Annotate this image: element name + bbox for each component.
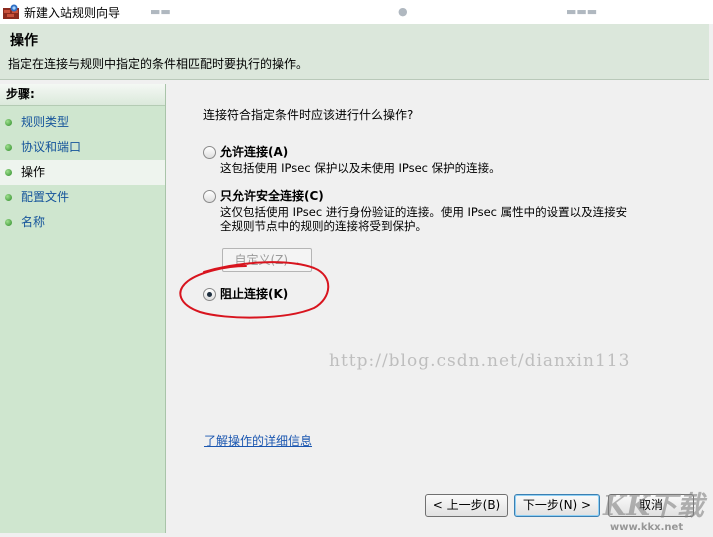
window-title: 新建入站规则向导 — [24, 6, 121, 20]
action-question: 连接符合指定条件时应该进行什么操作? — [203, 108, 414, 122]
green-bullet-icon — [5, 169, 12, 176]
desc-line: 这仅包括使用 IPsec 进行身份验证的连接。使用 IPsec 属性中的设置以及… — [220, 205, 628, 219]
kk-download-url: www.kkx.net — [610, 522, 684, 533]
desc-line: 这包括使用 IPsec 保护以及未使用 IPsec 保护的连接。 — [220, 161, 501, 175]
steps-sidebar: 步骤: 规则类型 协议和端口 操作 配置文件 名称 — [0, 84, 166, 533]
blurred-bg-text: ▬▬ — [150, 5, 171, 18]
red-annotation-circle — [179, 261, 330, 319]
secure-connection-radio[interactable] — [203, 190, 216, 203]
sidebar-item-name[interactable]: 名称 — [0, 210, 165, 235]
green-bullet-icon — [5, 119, 12, 126]
page-subtitle: 指定在连接与规则中指定的条件相匹配时要执行的操作。 — [8, 57, 309, 71]
kk-download-logo: KK下载 — [603, 491, 704, 522]
secure-connection-label[interactable]: 只允许安全连接(C) — [220, 187, 324, 204]
wizard-header: 操作 指定在连接与规则中指定的条件相匹配时要执行的操作。 — [0, 24, 709, 80]
desc-line: 全规则节点中的规则的连接将受到保护。 — [220, 219, 427, 233]
blurred-bg-text: ▬▬▬ — [566, 5, 598, 18]
sidebar-item-label: 配置文件 — [21, 190, 70, 204]
page-title: 操作 — [10, 33, 38, 49]
firewall-icon — [3, 4, 19, 19]
sidebar-item-label: 协议和端口 — [21, 140, 82, 154]
main-content: 连接符合指定条件时应该进行什么操作? 允许连接(A) 这包括使用 IPsec 保… — [166, 84, 709, 533]
sidebar-item-label: 规则类型 — [21, 115, 70, 129]
steps-list: 规则类型 协议和端口 操作 配置文件 名称 — [0, 110, 165, 235]
allow-connection-desc: 这包括使用 IPsec 保护以及未使用 IPsec 保护的连接。 — [220, 161, 501, 175]
next-button[interactable]: 下一步(N) > — [514, 494, 600, 517]
blog-watermark: http://blog.csdn.net/dianxin113 — [329, 351, 631, 371]
green-bullet-icon — [5, 194, 12, 201]
sidebar-item-rule-type[interactable]: 规则类型 — [0, 110, 165, 135]
title-bar: 新建入站规则向导 ▬▬ ● ▬▬▬ — [0, 0, 713, 24]
sidebar-item-action[interactable]: 操作 — [0, 160, 165, 185]
back-button[interactable]: < 上一步(B) — [425, 494, 508, 517]
sidebar-item-label: 名称 — [21, 215, 46, 229]
learn-more-link[interactable]: 了解操作的详细信息 — [204, 432, 312, 449]
sidebar-item-label: 操作 — [21, 165, 46, 179]
sidebar-item-profile[interactable]: 配置文件 — [0, 185, 165, 210]
secure-connection-desc: 这仅包括使用 IPsec 进行身份验证的连接。使用 IPsec 属性中的设置以及… — [220, 205, 627, 233]
green-bullet-icon — [5, 219, 12, 226]
steps-heading: 步骤: — [0, 84, 165, 106]
green-bullet-icon — [5, 144, 12, 151]
blurred-bg-dot: ● — [398, 5, 408, 18]
allow-connection-radio[interactable] — [203, 146, 216, 159]
allow-connection-label[interactable]: 允许连接(A) — [220, 143, 288, 160]
sidebar-item-protocol-ports[interactable]: 协议和端口 — [0, 135, 165, 160]
